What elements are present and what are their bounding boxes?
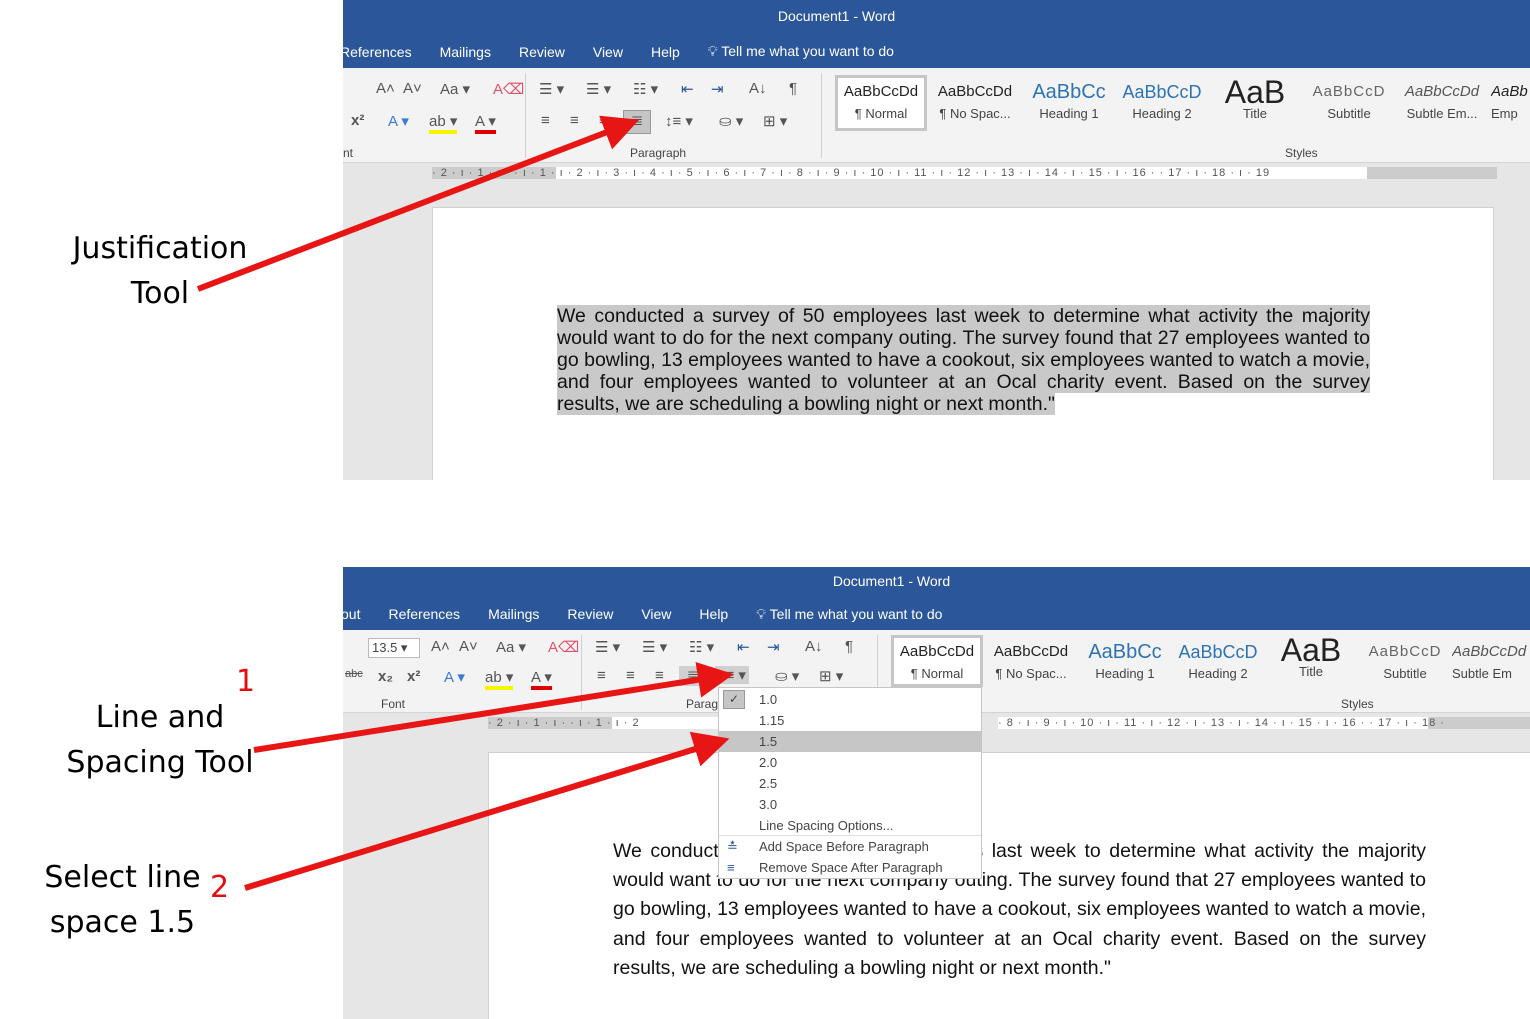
annotation-arrows <box>196 115 734 891</box>
arrow-to-line-spacing <box>253 661 734 753</box>
arrow-to-justify <box>196 115 640 292</box>
arrow-to-1-5 <box>244 731 730 891</box>
